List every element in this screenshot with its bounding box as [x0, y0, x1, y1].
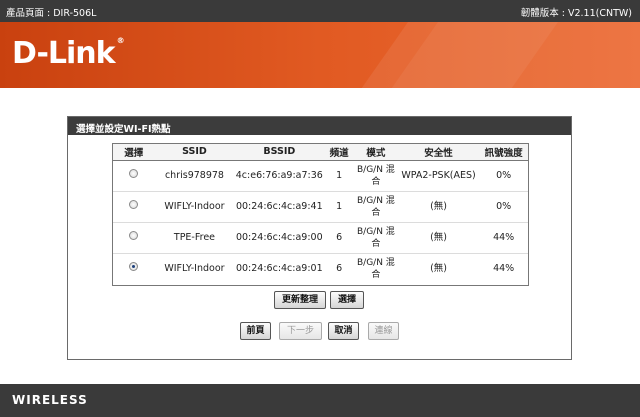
signal-cell: 0%	[479, 190, 528, 222]
panel-title: 選擇並設定WI-FI熱點	[68, 117, 571, 135]
bssid-cell: 00:24:6c:4c:a9:41	[234, 190, 325, 222]
mode-line: B/G/N 混	[356, 226, 395, 237]
mode-line: 合	[371, 238, 381, 249]
logo-registered-mark: ®	[116, 36, 125, 45]
wifi-hotspot-panel: 選擇並設定WI-FI熱點 選擇 SSID BSSID 頻道 模式 安全性 訊號強…	[67, 116, 572, 360]
select-cell	[113, 160, 155, 191]
next-button[interactable]: 下一步	[279, 322, 322, 340]
ssid-cell: TPE-Free	[154, 221, 235, 253]
mode-line: B/G/N 混	[356, 164, 395, 175]
security-cell: (無)	[397, 190, 480, 222]
table-header-row: 選擇 SSID BSSID 頻道 模式 安全性 訊號強度	[113, 144, 528, 161]
mode-cell: B/G/N 混合	[354, 252, 398, 284]
channel-cell: 6	[324, 252, 355, 284]
ssid-cell: chris978978	[164, 169, 224, 181]
col-header-ssid: SSID	[154, 144, 235, 161]
signal-cell: 44%	[479, 252, 528, 284]
select-radio-checked[interactable]	[129, 262, 139, 272]
hotspot-table: 選擇 SSID BSSID 頻道 模式 安全性 訊號強度 chris978978…	[112, 143, 529, 286]
footer-bar: WIRELESS	[0, 384, 640, 417]
select-radio[interactable]	[129, 231, 139, 240]
channel-cell: 1	[324, 190, 355, 222]
security-cell: (無)	[397, 221, 480, 253]
security-cell: (無)	[397, 252, 480, 284]
table-row[interactable]: TPE-Free 00:24:6c:4c:a9:00 6 B/G/N 混合 (無…	[113, 221, 528, 253]
logo-text: D-Link	[12, 36, 116, 71]
ssid-cell: WIFLY-Indoor	[154, 252, 235, 284]
mode-cell: B/G/N 混合	[354, 190, 398, 222]
col-header-signal: 訊號強度	[479, 144, 528, 161]
signal-cell: 44%	[479, 221, 528, 253]
col-header-channel: 頻道	[324, 144, 355, 161]
table-row[interactable]: WIFLY-Indoor 00:24:6c:4c:a9:01 6 B/G/N 混…	[113, 252, 528, 284]
product-page-label: 產品頁面 : DIR-506L	[6, 8, 97, 19]
connect-button[interactable]: 連線	[368, 322, 399, 340]
brand-header: D-Link ®	[0, 22, 640, 88]
col-header-bssid: BSSID	[234, 144, 325, 161]
select-radio[interactable]	[129, 200, 139, 209]
mode-line: B/G/N 混	[356, 195, 395, 206]
signal-cell: 0%	[496, 169, 512, 181]
refresh-button[interactable]: 更新整理	[274, 291, 326, 309]
select-cell	[113, 221, 155, 253]
bssid-cell: 00:24:6c:4c:a9:00	[234, 221, 325, 253]
channel-cell: 6	[324, 221, 355, 253]
mode-line: 合	[371, 207, 381, 218]
top-info-bar: 產品頁面 : DIR-506L 韌體版本 : V2.11(CNTW)	[0, 0, 640, 22]
mode-line: 合	[371, 269, 381, 280]
firmware-version-label: 韌體版本 : V2.11(CNTW)	[520, 8, 632, 19]
table-row[interactable]: chris978978 4c:e6:76:a9:a7:36 1 B/G/N 混合…	[113, 160, 528, 191]
col-header-security: 安全性	[397, 144, 480, 161]
ssid-cell: WIFLY-Indoor	[154, 190, 235, 222]
col-header-mode: 模式	[354, 144, 398, 161]
security-cell: WPA2-PSK(AES)	[401, 169, 476, 181]
select-radio[interactable]	[129, 169, 139, 178]
mode-cell: B/G/N 混合	[354, 221, 398, 253]
channel-cell: 1	[336, 169, 343, 181]
select-cell	[113, 190, 155, 222]
col-header-select: 選擇	[113, 144, 155, 161]
select-cell	[113, 252, 155, 284]
wireless-label: WIRELESS	[12, 393, 88, 407]
mode-cell: B/G/N 混合	[354, 160, 398, 191]
dlink-logo: D-Link ®	[12, 36, 125, 71]
cancel-button[interactable]: 取消	[328, 322, 359, 340]
prev-button[interactable]: 前頁	[240, 322, 271, 340]
bssid-cell: 4c:e6:76:a9:a7:36	[235, 169, 323, 181]
select-button[interactable]: 選擇	[330, 291, 364, 309]
mode-line: 合	[371, 176, 381, 187]
table-row[interactable]: WIFLY-Indoor 00:24:6c:4c:a9:41 1 B/G/N 混…	[113, 190, 528, 222]
mode-line: B/G/N 混	[356, 257, 395, 268]
bssid-cell: 00:24:6c:4c:a9:01	[234, 252, 325, 284]
